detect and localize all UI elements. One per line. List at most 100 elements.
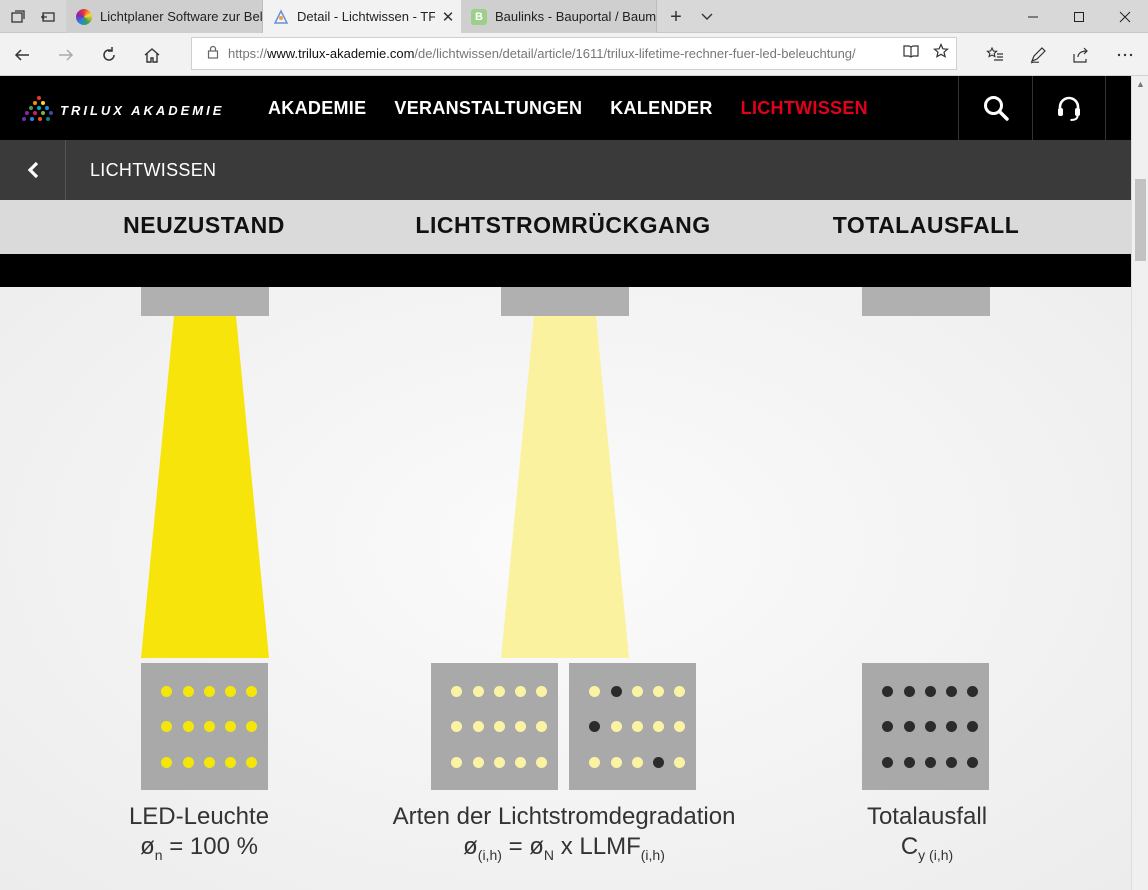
url-text[interactable]: https://www.trilux-akademie.com/de/licht… [228, 46, 896, 61]
section-bar: LICHTWISSEN [0, 140, 1131, 200]
led-dot-on [225, 721, 236, 732]
tab-detail-lichtwissen[interactable]: Detail - Lichtwissen - TF ✕ [263, 0, 461, 33]
headset-icon [1058, 96, 1080, 121]
led-dot-on [674, 721, 685, 732]
led-dot-off [653, 757, 664, 768]
maximize-icon[interactable] [1056, 0, 1102, 33]
led-dot-off [967, 721, 978, 732]
reading-view-icon[interactable] [896, 43, 926, 64]
scroll-up-icon[interactable]: ▲ [1132, 76, 1148, 93]
led-dot-on [674, 757, 685, 768]
formula-symbol: ø [140, 833, 155, 860]
lifetime-illustration: NEUZUSTAND LICHTSTROMRÜCKGANG TOTALAUSFA… [0, 200, 1131, 890]
led-dot-on [183, 721, 194, 732]
caption-lichtstromdegradation: Arten der Lichtstromdegradation ø(i,h) =… [393, 802, 736, 870]
nav-veranstaltungen[interactable]: VERANSTALTUNGEN [394, 98, 582, 119]
set-tabs-aside-icon[interactable] [38, 7, 58, 27]
caption-led-leuchte: LED-Leuchte øn = 100 % [129, 802, 269, 870]
close-tab-icon[interactable]: ✕ [435, 8, 461, 26]
led-dot-on [161, 757, 172, 768]
tab-title: Detail - Lichtwissen - TF [297, 9, 435, 24]
luminaire-housing [141, 287, 269, 316]
trilux-favicon-icon [273, 8, 289, 25]
led-dot-on [494, 686, 505, 697]
led-dot-off [925, 757, 936, 768]
led-dot-off [946, 686, 957, 697]
address-bar[interactable]: https://www.trilux-akademie.com/de/licht… [191, 37, 957, 70]
more-menu-icon[interactable] [1113, 43, 1137, 67]
formula-symbol: ø [463, 833, 478, 860]
nav-kalender[interactable]: KALENDER [610, 98, 712, 119]
main-navigation: AKADEMIE VERANSTALTUNGEN KALENDER LICHTW… [268, 76, 896, 140]
formula-subscript: N [543, 847, 555, 863]
section-back-button[interactable] [0, 140, 66, 200]
led-dot-off [882, 721, 893, 732]
forward-arrow-icon[interactable] [54, 43, 78, 67]
led-dot-off [611, 686, 622, 697]
page-scrollbar[interactable]: ▲ [1131, 76, 1148, 890]
led-dot-on [183, 757, 194, 768]
home-icon[interactable] [140, 43, 164, 67]
dimmed-light-beam [501, 316, 629, 658]
close-window-icon[interactable] [1102, 0, 1148, 33]
led-dot-on [653, 686, 664, 697]
tab-manager-icon[interactable] [8, 7, 28, 27]
scroll-thumb[interactable] [1135, 179, 1146, 261]
trilux-logo-mark-icon [22, 96, 53, 121]
share-icon[interactable] [1069, 43, 1093, 67]
led-dot-on [515, 721, 526, 732]
led-dot-on [451, 721, 462, 732]
refresh-icon[interactable] [97, 43, 121, 67]
led-dot-on [204, 757, 215, 768]
chevron-left-icon [27, 161, 38, 179]
pen-notes-icon[interactable] [1026, 43, 1050, 67]
led-dot-off [882, 686, 893, 697]
search-button[interactable] [958, 76, 1032, 140]
site-header: TRILUX AKADEMIE AKADEMIE VERANSTALTUNGEN… [0, 76, 1131, 140]
tab-lichtplaner[interactable]: Lichtplaner Software zur Bel [66, 0, 263, 33]
minimize-icon[interactable] [1010, 0, 1056, 33]
nav-akademie[interactable]: AKADEMIE [268, 98, 366, 119]
favorites-hub-icon[interactable] [983, 43, 1007, 67]
formula-symbol: C [900, 833, 919, 860]
heading-totalausfall: TOTALAUSFALL [832, 212, 1020, 238]
back-arrow-icon[interactable] [10, 43, 34, 67]
led-dot-on [225, 757, 236, 768]
formula-subscript: n [154, 847, 163, 863]
new-tab-icon[interactable]: + [666, 6, 686, 28]
luminaire-housing [501, 287, 629, 316]
caption-title: Arten der Lichtstromdegradation [392, 803, 736, 830]
lock-icon[interactable] [198, 45, 228, 62]
total-failure-led-panel [862, 663, 989, 790]
led-dot-off [882, 757, 893, 768]
favorite-star-icon[interactable] [926, 43, 956, 64]
formula-value: = 100 % [162, 833, 258, 860]
ceiling-bar [0, 254, 1131, 287]
caption-totalausfall: Totalausfall Cy (i,h) [867, 802, 987, 870]
tab-title: Baulinks - Bauportal / Baum [495, 9, 656, 24]
tab-baulinks[interactable]: B Baulinks - Bauportal / Baum [461, 0, 657, 33]
led-dot-on [589, 686, 600, 697]
chevron-down-icon[interactable] [697, 7, 717, 27]
led-dot-off [904, 686, 915, 697]
contact-button[interactable] [1032, 76, 1106, 140]
led-dot-on [204, 721, 215, 732]
partial-failure-led-panel [569, 663, 696, 790]
led-dot-on [589, 757, 600, 768]
led-dot-on [611, 721, 622, 732]
trilux-logo[interactable]: TRILUX AKADEMIE [22, 95, 254, 125]
caption-formula: ø(i,h) = øN x LLMF(i,h) [393, 832, 736, 870]
formula-subscript: (i,h) [477, 847, 502, 863]
full-light-beam [141, 316, 269, 658]
led-dot-on [632, 721, 643, 732]
led-dot-off [925, 721, 936, 732]
caption-title: Totalausfall [866, 803, 988, 830]
led-dot-on [632, 686, 643, 697]
led-dot-on [653, 721, 664, 732]
led-dot-on [246, 757, 257, 768]
formula-part: = ø [501, 833, 544, 860]
nav-lichtwissen[interactable]: LICHTWISSEN [741, 98, 868, 119]
search-icon [983, 96, 1009, 121]
caption-formula: Cy (i,h) [867, 832, 987, 870]
formula-part: x LLMF [554, 833, 641, 860]
